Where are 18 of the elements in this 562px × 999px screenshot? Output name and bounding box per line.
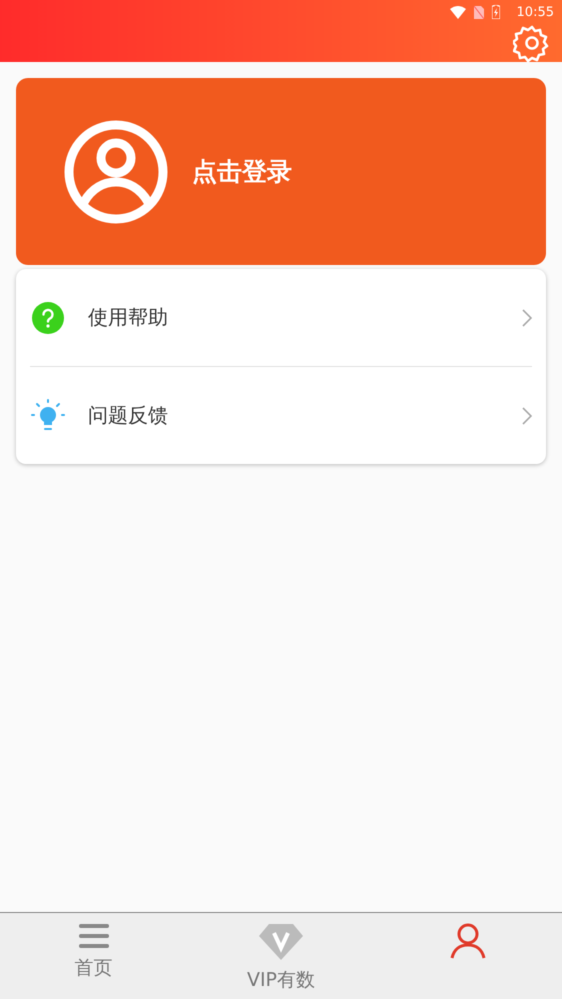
diamond-icon bbox=[258, 923, 303, 961]
battery-icon bbox=[492, 5, 500, 19]
login-card[interactable]: 点击登录 bbox=[16, 78, 546, 265]
no-sim-icon bbox=[474, 6, 484, 18]
settings-icon[interactable] bbox=[513, 24, 551, 62]
person-icon bbox=[450, 923, 486, 959]
nav-tab[interactable]: 首页 bbox=[0, 913, 188, 999]
nav-tab[interactable]: VIP有数 bbox=[187, 913, 375, 999]
chevron-right-icon bbox=[522, 308, 532, 326]
help-icon bbox=[32, 302, 64, 334]
menu-item-label[interactable]: 使用帮助 bbox=[88, 304, 522, 331]
wifi-icon bbox=[450, 6, 466, 18]
menu-item-label[interactable]: 问题反馈 bbox=[88, 402, 522, 429]
menu-icon bbox=[78, 923, 109, 949]
status-time: 10:55 bbox=[516, 5, 554, 20]
login-label: 点击登录 bbox=[192, 156, 292, 188]
chevron-right-icon bbox=[522, 406, 532, 424]
avatar-icon bbox=[64, 120, 168, 224]
